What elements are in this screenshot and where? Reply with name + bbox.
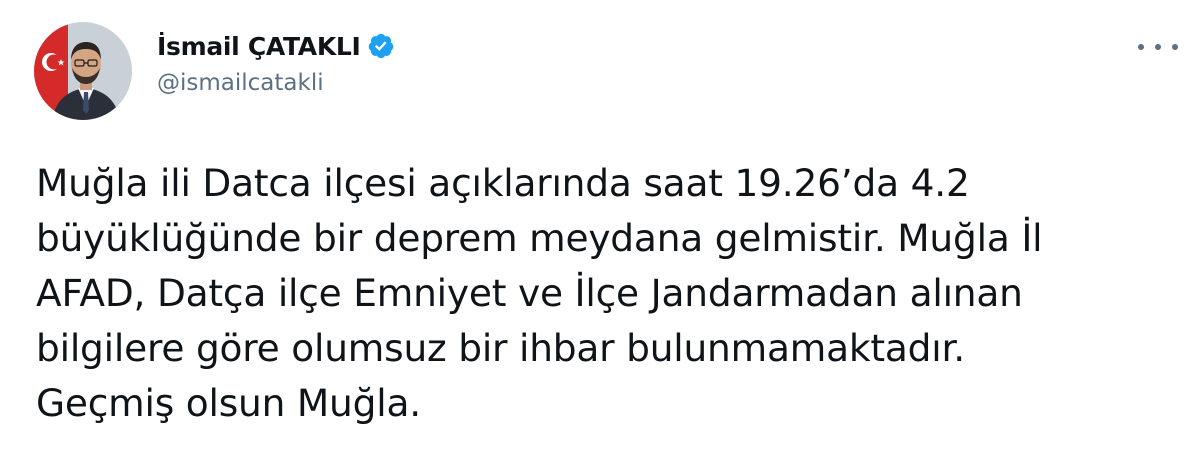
verified-badge-icon <box>367 32 395 60</box>
dot-icon <box>1138 44 1144 50</box>
user-handle[interactable]: @ismailcatakli <box>157 70 395 96</box>
name-row: İsmail ÇATAKLI <box>157 28 395 64</box>
more-horizontal-icon[interactable] <box>1138 36 1178 58</box>
tweet-text: Muğla ili Datca ilçesi açıklarında saat … <box>36 156 1186 431</box>
display-name[interactable]: İsmail ÇATAKLI <box>157 32 361 61</box>
author-info: İsmail ÇATAKLI @ismailcatakli <box>157 28 395 96</box>
dot-icon <box>1155 44 1161 50</box>
dot-icon <box>1172 44 1178 50</box>
tweet-card: İsmail ÇATAKLI @ismailcatakli Muğla ili … <box>0 0 1200 451</box>
tweet-text-line: büyüklüğünde bir deprem meydana gelmisti… <box>36 216 1043 260</box>
profile-photo-icon <box>34 22 132 120</box>
avatar[interactable] <box>34 22 132 120</box>
tweet-text-line: Geçmiş olsun Muğla. <box>36 381 421 425</box>
tweet-text-line: AFAD, Datça ilçe Emniyet ve İlçe Jandarm… <box>36 271 1023 315</box>
tweet-text-line: bilgilere göre olumsuz bir ihbar bulunma… <box>36 326 965 370</box>
tweet-text-line: Muğla ili Datca ilçesi açıklarında saat … <box>36 161 970 205</box>
